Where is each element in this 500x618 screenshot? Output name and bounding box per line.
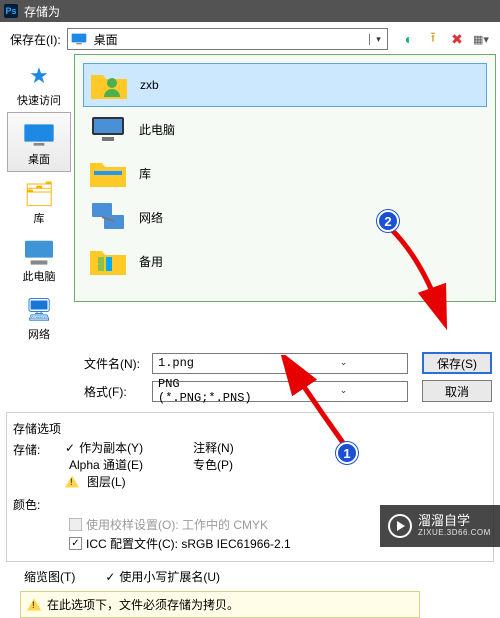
nav-back-icon[interactable]: ◐ (400, 30, 418, 48)
filename-value: 1.png (153, 356, 280, 370)
save-button[interactable]: 保存(S) (422, 352, 492, 374)
chevron-down-icon[interactable]: ⌄ (280, 386, 407, 396)
place-thispc-label: 此电脑 (9, 268, 69, 284)
file-item-backup[interactable]: 备用 (83, 239, 487, 283)
checkbox-icc[interactable]: ✓ (69, 537, 82, 550)
lookin-value: 桌面 (90, 31, 369, 48)
network-icon: 🖥 (25, 297, 53, 323)
proof-label: 使用校样设置(O): 工作中的 CMYK (86, 516, 268, 533)
watermark: 溜溜自学 ZIXUE.3D66.COM (380, 505, 500, 547)
file-item-library[interactable]: 库 (83, 151, 487, 195)
file-label: 此电脑 (139, 121, 175, 138)
file-label: 备用 (139, 253, 163, 270)
network-large-icon (87, 198, 129, 236)
filename-section: 文件名(N): 1.png ⌄ 保存(S) 格式(F): PNG (*.PNG;… (0, 346, 500, 412)
chevron-down-icon[interactable]: ⌄ (280, 358, 407, 368)
cancel-button[interactable]: 取消 (422, 380, 492, 402)
spot-label: 专色(P) (193, 456, 233, 473)
watermark-brand: 溜溜自学 (418, 514, 491, 528)
folder-user-icon (88, 66, 130, 104)
storage-sublabel: 存储: (13, 439, 65, 490)
file-label: zxb (140, 78, 159, 92)
warning-icon (27, 599, 41, 611)
window-title: 存储为 (24, 3, 60, 20)
folder-icon (87, 242, 129, 280)
place-desktop[interactable]: 桌面 (7, 112, 71, 172)
main-area: ★ 快速访问 桌面 🗂 库 此电脑 🖥 网络 zxb (0, 54, 500, 346)
nav-up-icon[interactable]: ⭱ (424, 30, 442, 48)
icc-label: ICC 配置文件(C): sRGB IEC61966-2.1 (86, 535, 291, 552)
desktop-icon (68, 33, 90, 45)
format-value: PNG (*.PNG;*.PNS) (153, 377, 280, 405)
info-note: 在此选项下，文件必须存储为拷贝。 (20, 591, 420, 618)
place-library-label: 库 (9, 210, 69, 226)
lowercase-label: 使用小写扩展名(U) (119, 568, 220, 585)
file-item-zxb[interactable]: zxb (83, 63, 487, 107)
library-icon (87, 154, 129, 192)
lookin-row: 保存在(I): 桌面 ▾ ◐ ⭱ ✖ ▦▾ (0, 22, 500, 54)
bottom-options: 缩览图(T) ✓ 使用小写扩展名(U) (0, 562, 500, 589)
nav-delete-icon[interactable]: ✖ (448, 30, 466, 48)
titlebar: Ps 存储为 (0, 0, 500, 22)
place-quick[interactable]: ★ 快速访问 (7, 54, 71, 112)
checkbox-proof (69, 518, 82, 531)
checkbox-lowercase[interactable]: ✓ (105, 570, 115, 584)
layers-label: 图层(L) (87, 473, 126, 490)
place-quick-label: 快速访问 (9, 92, 69, 108)
alpha-label: Alpha 通道(E) (69, 456, 143, 473)
pc-icon (87, 110, 129, 148)
filename-input[interactable]: 1.png ⌄ (152, 353, 408, 374)
thumbnail-label: 缩览图(T) (24, 568, 75, 585)
warning-icon (65, 476, 79, 488)
filename-label: 文件名(N): (84, 355, 144, 372)
lookin-label: 保存在(I): (10, 31, 61, 48)
format-combo[interactable]: PNG (*.PNG;*.PNS) ⌄ (152, 381, 408, 402)
file-label: 网络 (139, 209, 163, 226)
view-menu-icon[interactable]: ▦▾ (472, 30, 490, 48)
library-icon: 🗂 (24, 180, 54, 209)
file-item-thispc[interactable]: 此电脑 (83, 107, 487, 151)
watermark-url: ZIXUE.3D66.COM (418, 529, 491, 538)
play-icon (388, 514, 412, 538)
star-icon: ★ (29, 63, 49, 89)
checkbox-ascopy[interactable]: ✓ (65, 441, 75, 455)
place-desktop-label: 桌面 (10, 151, 68, 167)
place-library[interactable]: 🗂 库 (7, 172, 71, 230)
file-label: 库 (139, 165, 151, 182)
place-thispc[interactable]: 此电脑 (7, 230, 71, 288)
lookin-combo[interactable]: 桌面 ▾ (67, 28, 388, 50)
chevron-down-icon[interactable]: ▾ (369, 34, 387, 45)
place-network[interactable]: 🖥 网络 (7, 288, 71, 346)
ascopy-label: 作为副本(Y) (79, 439, 143, 456)
place-network-label: 网络 (9, 326, 69, 342)
format-label: 格式(F): (84, 383, 144, 400)
places-bar: ★ 快速访问 桌面 🗂 库 此电脑 🖥 网络 (4, 54, 74, 346)
notes-label: 注释(N) (193, 439, 234, 456)
storage-title: 存储选项 (13, 420, 487, 437)
file-list[interactable]: zxb 此电脑 库 网络 备用 (74, 54, 496, 302)
file-item-network[interactable]: 网络 (83, 195, 487, 239)
note-text: 在此选项下，文件必须存储为拷贝。 (47, 596, 239, 613)
ps-icon: Ps (4, 4, 18, 18)
